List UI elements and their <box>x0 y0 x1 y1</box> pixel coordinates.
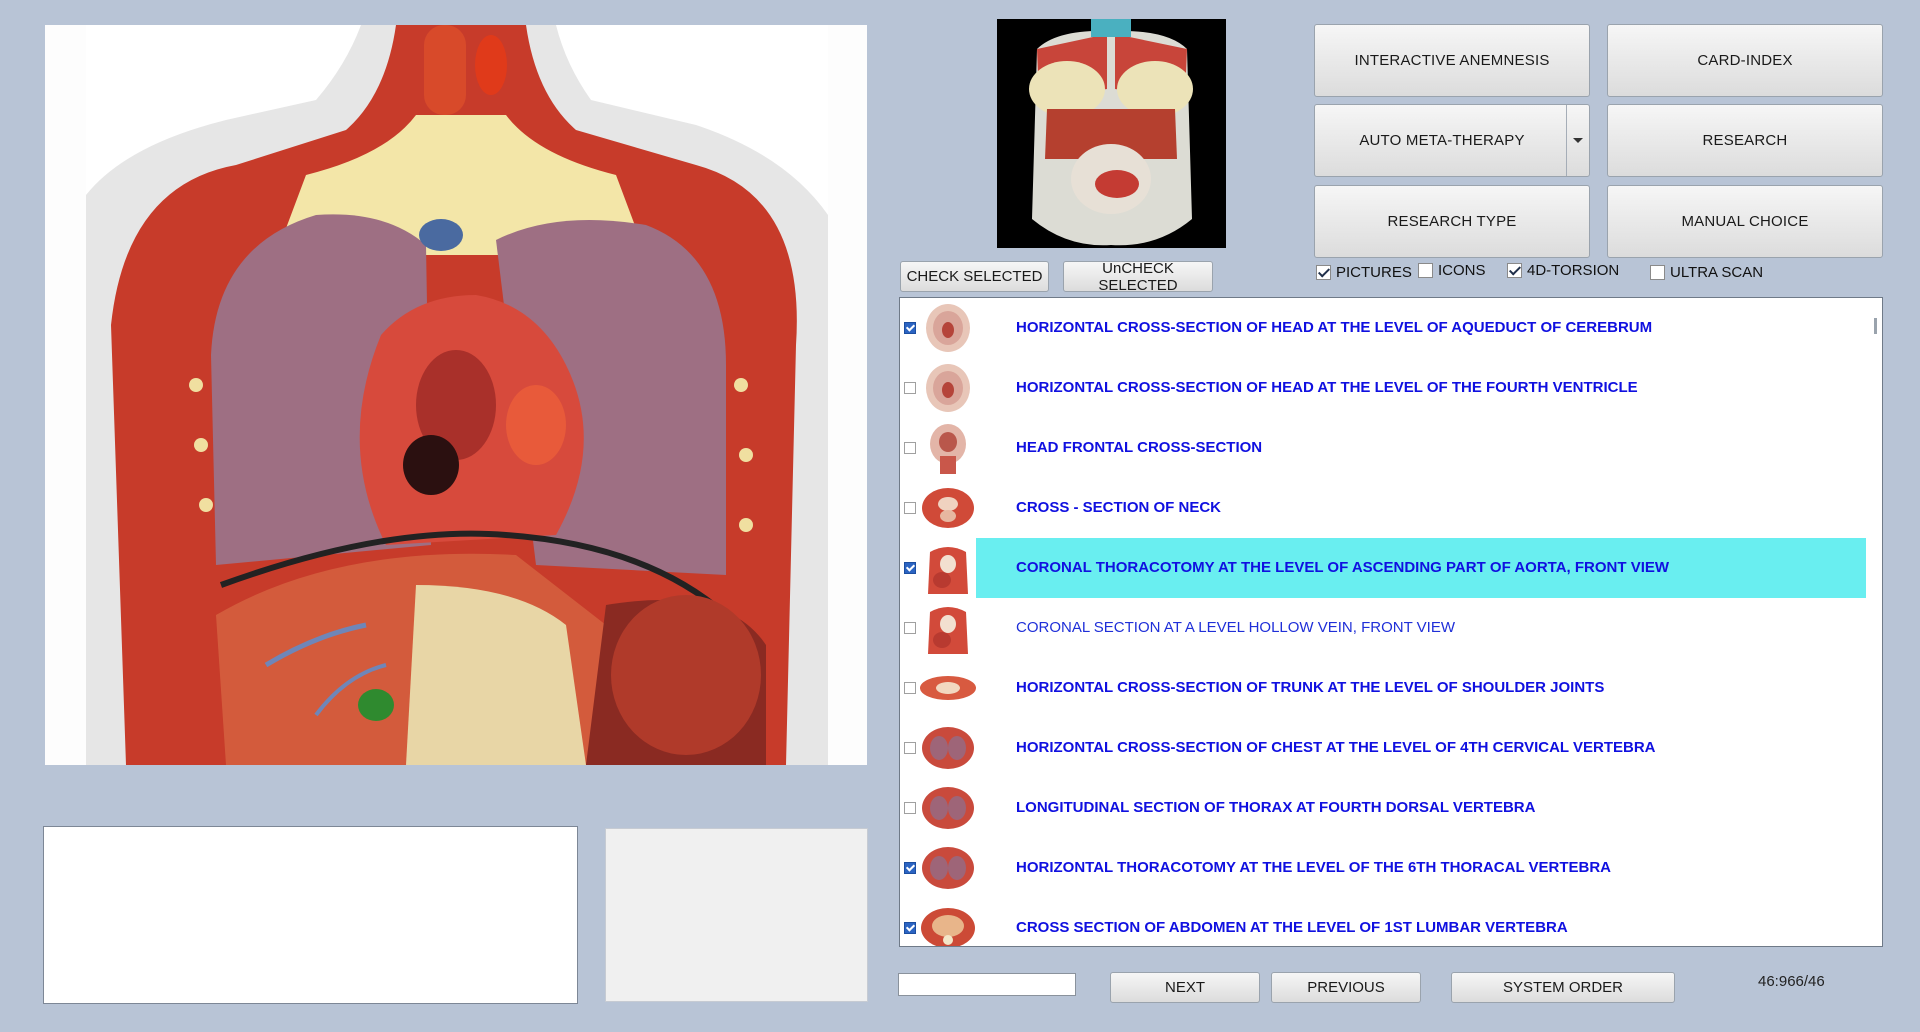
section-label: HORIZONTAL CROSS-SECTION OF HEAD AT THE … <box>1016 379 1638 396</box>
scrollbar-thumb[interactable] <box>1874 318 1877 334</box>
4d-torsion-option[interactable]: 4D-TORSION <box>1507 262 1619 279</box>
section-list[interactable]: HORIZONTAL CROSS-SECTION OF HEAD AT THE … <box>899 297 1883 947</box>
list-item[interactable]: CORONAL THORACOTOMY AT THE LEVEL OF ASCE… <box>900 538 1866 598</box>
record-counter: 46:966/46 <box>1758 973 1825 990</box>
manual-choice-button[interactable]: MANUAL CHOICE <box>1607 185 1883 258</box>
section-label: HORIZONTAL CROSS-SECTION OF HEAD AT THE … <box>1016 319 1653 336</box>
row-checkbox[interactable] <box>904 322 916 334</box>
4d-torsion-label: 4D-TORSION <box>1527 262 1620 279</box>
section-label: HEAD FRONTAL CROSS-SECTION <box>1016 439 1263 456</box>
section-thumbnail <box>920 782 976 834</box>
list-item[interactable]: LONGITUDINAL SECTION OF THORAX AT FOURTH… <box>900 778 1860 838</box>
4d-torsion-checkbox[interactable] <box>1507 263 1522 278</box>
research-type-button[interactable]: RESEARCH TYPE <box>1314 185 1590 258</box>
section-label: CORONAL THORACOTOMY AT THE LEVEL OF ASCE… <box>1016 559 1670 576</box>
section-label: HORIZONTAL CROSS-SECTION OF CHEST AT THE… <box>1016 739 1656 756</box>
icons-checkbox[interactable] <box>1418 263 1433 278</box>
system-order-button[interactable]: SYSTEM ORDER <box>1451 972 1675 1003</box>
section-thumbnail <box>920 542 976 594</box>
row-checkbox[interactable] <box>904 562 916 574</box>
section-label: HORIZONTAL CROSS-SECTION OF TRUNK AT THE… <box>1016 679 1605 696</box>
section-label: CORONAL SECTION AT A LEVEL HOLLOW VEIN, … <box>1016 619 1455 636</box>
section-thumbnail <box>920 482 976 534</box>
anatomy-image <box>86 25 828 765</box>
row-checkbox[interactable] <box>904 742 916 754</box>
section-thumbnail <box>920 422 976 474</box>
ultra-scan-label: ULTRA SCAN <box>1670 264 1764 281</box>
pictures-label: PICTURES <box>1336 264 1412 281</box>
section-thumbnail <box>920 302 976 354</box>
list-item[interactable]: CROSS - SECTION OF NECK <box>900 478 1860 538</box>
row-checkbox[interactable] <box>904 442 916 454</box>
list-item[interactable]: CORONAL SECTION AT A LEVEL HOLLOW VEIN, … <box>900 598 1860 658</box>
chevron-down-icon[interactable] <box>1566 105 1589 176</box>
section-thumbnail <box>920 662 976 714</box>
ultra-scan-checkbox[interactable] <box>1650 265 1665 280</box>
section-thumbnail <box>920 602 976 654</box>
notes-panel[interactable] <box>43 826 578 1004</box>
list-item[interactable]: HEAD FRONTAL CROSS-SECTION <box>900 418 1860 478</box>
ultra-scan-option[interactable]: ULTRA SCAN <box>1650 264 1763 281</box>
row-checkbox[interactable] <box>904 802 916 814</box>
interactive-anemnesis-button[interactable]: INTERACTIVE ANEMNESIS <box>1314 24 1590 97</box>
list-item[interactable]: CROSS SECTION OF ABDOMEN AT THE LEVEL OF… <box>900 898 1860 946</box>
main-anatomy-view[interactable] <box>45 25 867 765</box>
pictures-checkbox[interactable] <box>1316 265 1331 280</box>
row-checkbox[interactable] <box>904 382 916 394</box>
section-thumbnail <box>920 902 976 946</box>
row-checkbox[interactable] <box>904 502 916 514</box>
row-checkbox[interactable] <box>904 862 916 874</box>
previous-button[interactable]: PREVIOUS <box>1271 972 1421 1003</box>
section-thumbnail <box>920 362 976 414</box>
row-checkbox[interactable] <box>904 922 916 934</box>
section-label: HORIZONTAL THORACOTOMY AT THE LEVEL OF T… <box>1016 859 1612 876</box>
icons-option[interactable]: ICONS <box>1418 262 1486 279</box>
search-input[interactable] <box>898 973 1076 996</box>
pictures-option[interactable]: PICTURES <box>1316 264 1412 281</box>
row-checkbox[interactable] <box>904 622 916 634</box>
check-selected-button[interactable]: CHECK SELECTED <box>900 261 1049 292</box>
preview-thumbnail[interactable] <box>997 19 1226 248</box>
auto-meta-therapy-button[interactable]: AUTO META-THERAPY <box>1314 104 1590 177</box>
section-label: LONGITUDINAL SECTION OF THORAX AT FOURTH… <box>1016 799 1536 816</box>
card-index-button[interactable]: CARD-INDEX <box>1607 24 1883 97</box>
section-thumbnail <box>920 842 976 894</box>
uncheck-selected-button[interactable]: UnCHECK SELECTED <box>1063 260 1213 294</box>
list-item[interactable]: HORIZONTAL CROSS-SECTION OF HEAD AT THE … <box>900 358 1860 418</box>
section-label: CROSS SECTION OF ABDOMEN AT THE LEVEL OF… <box>1016 919 1568 936</box>
section-thumbnail <box>920 722 976 774</box>
auto-meta-therapy-label: AUTO META-THERAPY <box>1359 132 1525 149</box>
list-item[interactable]: HORIZONTAL CROSS-SECTION OF TRUNK AT THE… <box>900 658 1860 718</box>
section-label: CROSS - SECTION OF NECK <box>1016 499 1222 516</box>
list-item[interactable]: HORIZONTAL CROSS-SECTION OF CHEST AT THE… <box>900 718 1860 778</box>
research-button[interactable]: RESEARCH <box>1607 104 1883 177</box>
list-item[interactable]: HORIZONTAL THORACOTOMY AT THE LEVEL OF T… <box>900 838 1860 898</box>
list-item[interactable]: HORIZONTAL CROSS-SECTION OF HEAD AT THE … <box>900 298 1860 358</box>
info-panel <box>605 828 868 1002</box>
icons-label: ICONS <box>1438 262 1486 279</box>
row-checkbox[interactable] <box>904 682 916 694</box>
next-button[interactable]: NEXT <box>1110 972 1260 1003</box>
